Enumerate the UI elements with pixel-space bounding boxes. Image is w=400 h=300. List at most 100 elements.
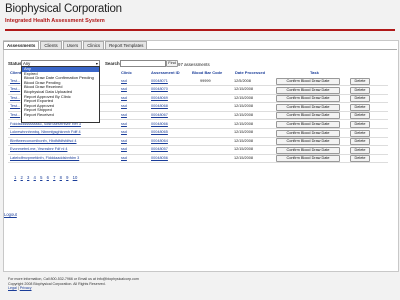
tab-clinics[interactable]: Clinics (83, 41, 105, 49)
client-name-link[interactable]: Bbrtfweeconomibonfn, Hbdfdfdfsfdfsd 4 (10, 139, 77, 144)
assessment-id-link[interactable]: 00048066 (151, 122, 168, 127)
page-link[interactable]: 7 (53, 175, 55, 180)
delete-button[interactable]: Delete (350, 103, 370, 111)
confirm-blood-draw-button[interactable]: Confirm Blood Draw Date (276, 78, 340, 85)
col-header-barcode[interactable]: Blood Bar Code (192, 70, 222, 75)
clinic-link[interactable]: ssd (121, 147, 127, 152)
date-processed: 12/15/2008 (234, 87, 254, 92)
clinic-link[interactable]: ssd (121, 104, 127, 109)
confirm-blood-draw-button[interactable]: Confirm Blood Draw Date (276, 103, 340, 111)
client-name-link[interactable]: Test... (10, 113, 20, 118)
footer-links: Legal | Privacy (8, 286, 32, 291)
logout-link[interactable]: Logout (4, 212, 17, 217)
date-processed: 12/15/2008 (234, 155, 254, 160)
delete-button[interactable]: Delete (350, 155, 370, 163)
client-name-link[interactable]: Lokrewhnnhnnbq, Nbnmfgsghknmh Fdff 4 (10, 130, 81, 135)
assessment-id-link[interactable]: 00048056 (151, 156, 168, 161)
client-name-link[interactable]: Evonmetrnl.me, Vrsrxsbnr Fdf nl 4 (10, 147, 67, 152)
confirm-blood-draw-button[interactable]: Confirm Blood Draw Date (276, 112, 340, 120)
page-link[interactable]: 4 (34, 175, 36, 180)
status-option[interactable]: Report Received (22, 113, 99, 118)
footer-contact: For more information, Call 800-532-7966 … (8, 277, 139, 281)
page-link[interactable]: 8 (60, 175, 62, 180)
clinic-link[interactable]: ssd (121, 122, 127, 127)
confirm-blood-draw-button[interactable]: Confirm Blood Draw Date (276, 86, 340, 94)
page: Biophysical Corporation Integrated Healt… (0, 0, 400, 300)
assessment-id-link[interactable]: 00048071 (151, 79, 168, 84)
date-processed: 12/15/2008 (234, 147, 254, 152)
assessment-id-link[interactable]: 00048065 (151, 130, 168, 135)
delete-button[interactable]: Delete (350, 121, 370, 128)
client-name-link[interactable]: Test... (10, 79, 20, 84)
client-name-link[interactable]: Test... (10, 87, 20, 92)
confirm-blood-draw-button[interactable]: Confirm Blood Draw Date (276, 95, 340, 103)
assessment-id-link[interactable]: 00048068 (151, 104, 168, 109)
find-button[interactable]: Find (166, 60, 178, 67)
date-processed: 12/15/2008 (234, 130, 254, 135)
page-link[interactable]: 2 (21, 175, 23, 180)
clinic-link[interactable]: ssd (121, 156, 127, 161)
delete-button[interactable]: Delete (350, 95, 370, 103)
date-processed: 12/15/2008 (234, 121, 254, 126)
date-processed: 12/5/2008 (234, 78, 251, 83)
tab-clients[interactable]: Clients (40, 41, 62, 49)
confirm-blood-draw-button[interactable]: Confirm Blood Draw Date (276, 138, 340, 146)
clinic-link[interactable]: ssd (121, 139, 127, 144)
footer-legal-link[interactable]: Legal (8, 286, 17, 290)
delete-button[interactable]: Delete (350, 112, 370, 120)
search-input[interactable] (120, 60, 166, 67)
footer-privacy-link[interactable]: Privacy (20, 286, 32, 290)
date-processed: 12/15/2008 (234, 138, 254, 143)
clinic-link[interactable]: ssd (121, 87, 127, 92)
table-row: Latebdfmvpmefdnfn, Fldddaaddsbnfdm 3 ssd 0… (8, 154, 388, 164)
confirm-blood-draw-button[interactable]: Confirm Blood Draw Date (276, 121, 340, 128)
search-label: Search: (105, 61, 122, 66)
client-name-link[interactable]: Latebdfmvpmefdnfn, Fldddaaddsbnfdm 3 (10, 156, 79, 161)
col-header-clinic[interactable]: Clinic (121, 70, 132, 75)
result-count: 97 assessments (178, 62, 210, 67)
col-header-date[interactable]: Date Processed (235, 70, 265, 75)
brand-title: Biophysical Corporation (5, 3, 122, 15)
status-dropdown-list: Any Expired Blood Draw Date Confirmation… (21, 66, 100, 123)
confirm-blood-draw-button[interactable]: Confirm Blood Draw Date (276, 146, 340, 154)
assessment-id-link[interactable]: 00048069 (151, 96, 168, 101)
delete-button[interactable]: Delete (350, 129, 370, 137)
footer: For more information, Call 800-532-7966 … (8, 277, 139, 291)
page-link[interactable]: 1 (14, 175, 16, 180)
page-link[interactable]: 9 (66, 175, 68, 180)
clinic-link[interactable]: ssd (121, 79, 127, 84)
tab-assessments[interactable]: Assessments (3, 41, 40, 49)
client-name-link[interactable]: Test... (10, 96, 20, 101)
header-divider (5, 29, 395, 31)
client-name-link[interactable]: Test... (10, 104, 20, 109)
date-processed: 12/15/2008 (234, 95, 254, 100)
date-processed: 12/15/2008 (234, 104, 254, 109)
delete-button[interactable]: Delete (350, 146, 370, 154)
confirm-blood-draw-button[interactable]: Confirm Blood Draw Date (276, 129, 340, 137)
page-link[interactable]: 10 (73, 175, 78, 180)
tab-report-templates[interactable]: Report Templates (105, 41, 148, 49)
page-link[interactable]: 3 (27, 175, 29, 180)
delete-button[interactable]: Delete (350, 78, 370, 85)
confirm-blood-draw-button[interactable]: Confirm Blood Draw Date (276, 155, 340, 163)
tab-divider (3, 49, 397, 50)
assessment-id-link[interactable]: 00048064 (151, 139, 168, 144)
assessment-id-link[interactable]: 00048070 (151, 87, 168, 92)
brand-subtitle: Integrated Health Assessment System (5, 18, 105, 24)
delete-button[interactable]: Delete (350, 86, 370, 94)
date-processed: 12/15/2008 (234, 112, 254, 117)
delete-button[interactable]: Delete (350, 138, 370, 146)
tab-users[interactable]: Users (62, 41, 83, 49)
page-link[interactable]: 6 (47, 175, 49, 180)
clinic-link[interactable]: ssd (121, 96, 127, 101)
clinic-link[interactable]: ssd (121, 113, 127, 118)
clinic-link[interactable]: ssd (121, 130, 127, 135)
col-header-assessment-id[interactable]: Assessment ID (151, 70, 180, 75)
assessment-id-link[interactable]: 00048057 (151, 147, 168, 152)
page-link[interactable]: 5 (40, 175, 42, 180)
pagination: 1 2 3 4 5 6 7 8 9 10 (14, 175, 80, 180)
assessment-id-link[interactable]: 00048067 (151, 113, 168, 118)
col-header-task[interactable]: Task (310, 70, 319, 75)
blood-barcode: 99999 (200, 78, 211, 83)
brand-header: Biophysical Corporation Integrated Healt… (5, 3, 395, 25)
